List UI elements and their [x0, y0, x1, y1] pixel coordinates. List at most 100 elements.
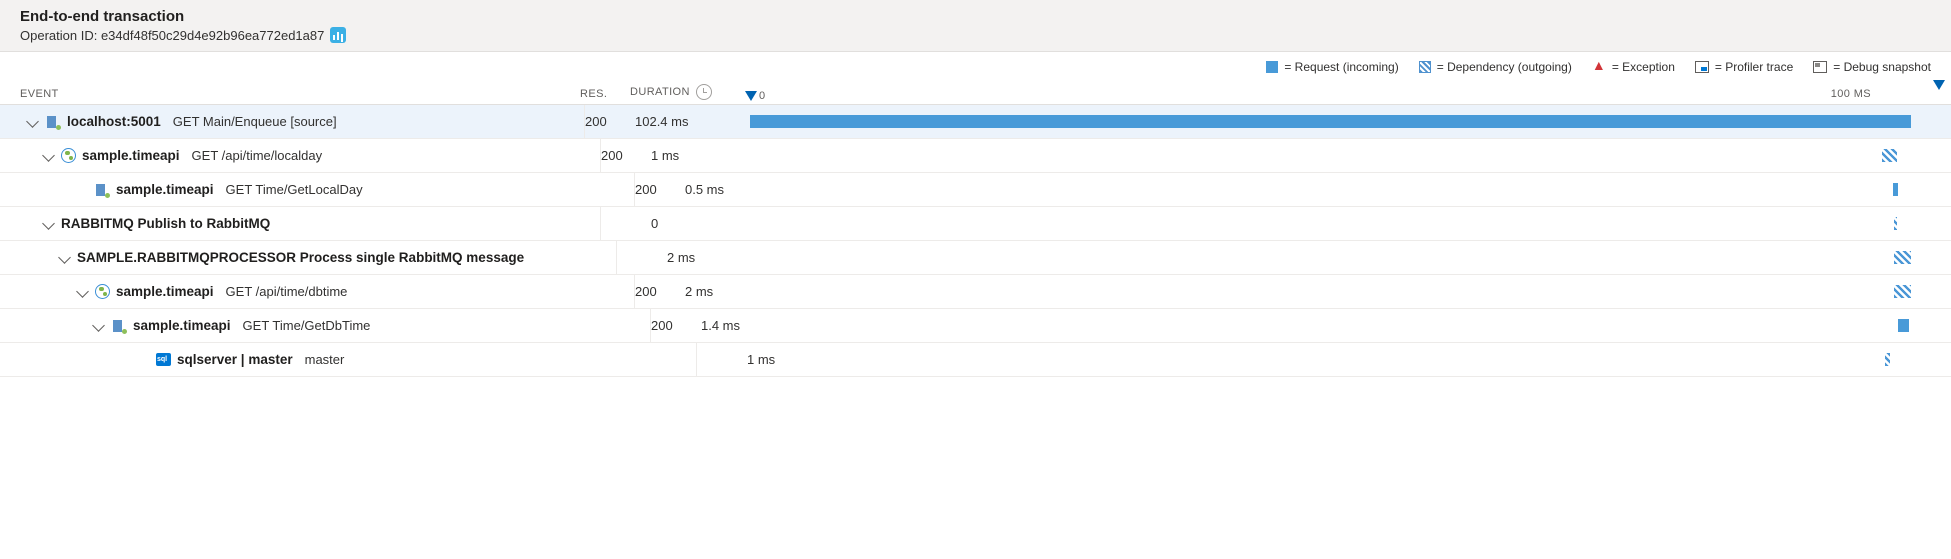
event-detail: GET /api/time/localday: [192, 148, 323, 163]
legend-exception: = Exception: [1592, 60, 1675, 74]
chevron-down-icon[interactable]: [26, 115, 39, 128]
timeline-cell: [750, 105, 1951, 138]
dependency-bar[interactable]: [1894, 285, 1911, 298]
exception-swatch-icon: [1592, 61, 1606, 74]
response-code: 200: [585, 114, 635, 129]
table-row[interactable]: sample.timeapiGET /api/time/localday2001…: [0, 139, 1951, 173]
response-code: 200: [635, 182, 685, 197]
timeline-cell: [766, 139, 1951, 172]
request-bar[interactable]: [750, 115, 1911, 128]
event-cell: localhost:5001 GET Main/Enqueue [source]: [0, 105, 585, 138]
column-headers: Event Res. Duration 0 100 MS: [0, 82, 1951, 105]
filter-button[interactable]: [1933, 80, 1945, 90]
sql-icon: [156, 353, 171, 366]
duration-value: 2 ms: [667, 250, 782, 265]
debug-swatch-icon: [1813, 61, 1827, 73]
funnel-icon: [745, 91, 757, 101]
profiler-swatch-icon: [1695, 61, 1709, 73]
page-title: End-to-end transaction: [20, 8, 1931, 25]
event-name: SAMPLE.RABBITMQPROCESSOR Process single …: [77, 250, 524, 265]
event-cell: sample.timeapi GET Time/GetDbTime: [0, 309, 651, 342]
view-in-analytics-icon[interactable]: [330, 27, 346, 43]
response-code: 200: [651, 318, 701, 333]
dependency-bar[interactable]: [1885, 353, 1890, 366]
event-cell: sample.timeapi GET Time/GetLocalDay: [0, 173, 635, 206]
event-detail: GET Main/Enqueue [source]: [173, 114, 337, 129]
operation-id-value: e34df48f50c29d4e92b96ea772ed1a87: [101, 28, 324, 43]
legend-request-label: = Request (incoming): [1284, 60, 1398, 74]
timeline-cell: [766, 207, 1951, 240]
event-detail: GET Time/GetLocalDay: [226, 182, 363, 197]
event-detail: GET Time/GetDbTime: [243, 318, 371, 333]
request-bar[interactable]: [1898, 319, 1909, 332]
timeline-cell: [816, 309, 1951, 342]
col-header-res[interactable]: Res.: [580, 88, 630, 100]
timeline-end-label: 100 MS: [1831, 88, 1871, 100]
event-name: RABBITMQ Publish to RabbitMQ: [61, 216, 270, 231]
legend-request: = Request (incoming): [1266, 60, 1398, 74]
table-row[interactable]: localhost:5001 GET Main/Enqueue [source] 2…: [0, 105, 1951, 139]
event-name: sample.timeapi: [133, 318, 231, 333]
duration-value: 1 ms: [747, 352, 862, 367]
dependency-bar[interactable]: [1894, 217, 1897, 230]
col-header-duration-label: Duration: [630, 86, 690, 98]
server-icon: [45, 114, 61, 130]
legend-debug-label: = Debug snapshot: [1833, 60, 1931, 74]
clock-icon: [696, 84, 712, 100]
col-header-duration[interactable]: Duration: [630, 84, 745, 100]
chevron-down-icon[interactable]: [42, 149, 55, 162]
table-row[interactable]: RABBITMQ Publish to RabbitMQ 0: [0, 207, 1951, 241]
timeline-cell: [800, 173, 1951, 206]
table-row[interactable]: sqlserver | master master 1 ms: [0, 343, 1951, 377]
timeline-cell: [862, 343, 1951, 376]
chevron-down-icon[interactable]: [92, 319, 105, 332]
legend-profiler: = Profiler trace: [1695, 60, 1793, 74]
event-cell: sample.timeapi GET /api/time/dbtime: [0, 275, 635, 308]
operation-id-line: Operation ID: e34df48f50c29d4e92b96ea772…: [20, 27, 1931, 43]
table-row[interactable]: sample.timeapi GET Time/GetDbTime 2001.4 m…: [0, 309, 1951, 343]
response-code: 200: [601, 148, 651, 163]
chevron-down-icon[interactable]: [76, 285, 89, 298]
legend-dependency-label: = Dependency (outgoing): [1437, 60, 1572, 74]
legend-dependency: = Dependency (outgoing): [1419, 60, 1572, 74]
legend-profiler-label: = Profiler trace: [1715, 60, 1793, 74]
legend-debug: = Debug snapshot: [1813, 60, 1931, 74]
event-cell: SAMPLE.RABBITMQPROCESSOR Process single …: [0, 241, 617, 274]
event-name: sample.timeapi: [116, 182, 214, 197]
duration-value: 0: [651, 216, 766, 231]
timeline-start-marker[interactable]: 0: [745, 90, 766, 102]
globe-icon: [95, 284, 110, 299]
duration-value: 1.4 ms: [701, 318, 816, 333]
timeline-cell: [782, 241, 1951, 274]
event-rows: localhost:5001 GET Main/Enqueue [source] 2…: [0, 105, 1951, 377]
event-name: sqlserver | master: [177, 352, 293, 367]
chevron-down-icon[interactable]: [58, 251, 71, 264]
table-row[interactable]: SAMPLE.RABBITMQPROCESSOR Process single …: [0, 241, 1951, 275]
response-code: 200: [635, 284, 685, 299]
duration-value: 2 ms: [685, 284, 800, 299]
operation-id-label: Operation ID:: [20, 28, 97, 43]
server-icon: [94, 182, 110, 198]
dependency-swatch-icon: [1419, 61, 1431, 73]
chevron-down-icon[interactable]: [42, 217, 55, 230]
col-header-event[interactable]: Event: [0, 88, 580, 100]
request-bar[interactable]: [1893, 183, 1897, 196]
dependency-bar[interactable]: [1882, 149, 1897, 162]
duration-value: 0.5 ms: [685, 182, 800, 197]
event-name: localhost:5001: [67, 114, 161, 129]
duration-value: 102.4 ms: [635, 114, 750, 129]
duration-value: 1 ms: [651, 148, 766, 163]
legend: = Request (incoming) = Dependency (outgo…: [0, 52, 1951, 82]
event-cell: sample.timeapiGET /api/time/localday: [0, 139, 601, 172]
event-name: sample.timeapi: [116, 284, 214, 299]
globe-icon: [61, 148, 76, 163]
server-icon: [111, 318, 127, 334]
event-detail: master: [305, 352, 345, 367]
table-row[interactable]: sample.timeapi GET Time/GetLocalDay 2000.5…: [0, 173, 1951, 207]
table-row[interactable]: sample.timeapi GET /api/time/dbtime 2002 m…: [0, 275, 1951, 309]
event-detail: GET /api/time/dbtime: [226, 284, 348, 299]
event-cell: sqlserver | master master: [0, 343, 697, 376]
header: End-to-end transaction Operation ID: e34…: [0, 0, 1951, 52]
request-swatch-icon: [1266, 61, 1278, 73]
dependency-bar[interactable]: [1894, 251, 1911, 264]
